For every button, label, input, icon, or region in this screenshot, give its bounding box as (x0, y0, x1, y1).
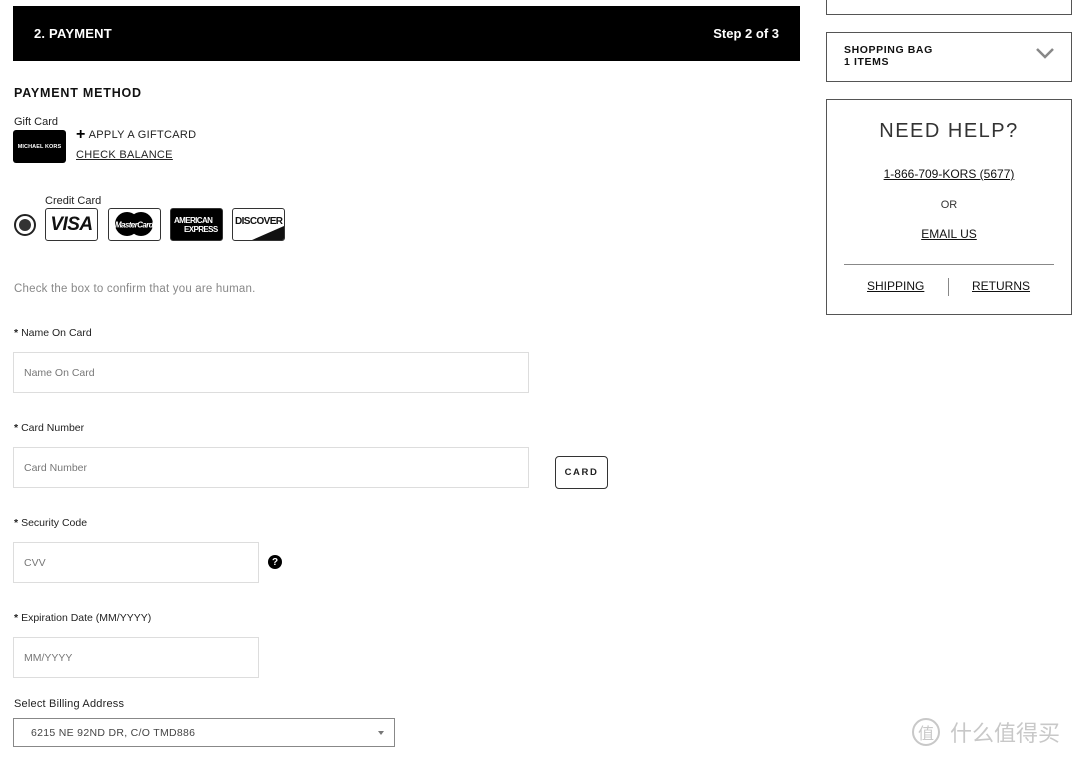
apply-giftcard-label: APPLY A GIFTCARD (88, 129, 197, 141)
need-help-title: NEED HELP? (879, 120, 1019, 142)
security-code-label-text: Security Code (21, 517, 88, 529)
need-help-panel: NEED HELP? 1-866-709-KORS (5677) OR EMAI… (826, 99, 1072, 315)
expiration-date-label: * Expiration Date (MM/YYYY) (14, 612, 151, 624)
required-mark: * (14, 517, 19, 529)
step-indicator: Step 2 of 3 (713, 26, 779, 41)
chevron-down-icon[interactable] (1035, 46, 1055, 60)
discover-text: DISCOVER (235, 216, 283, 227)
gift-card-label: Gift Card (14, 116, 59, 128)
visa-text: VISA (50, 213, 93, 235)
sidebar-top-box (826, 0, 1072, 15)
watermark-logo-icon: 值 (912, 718, 940, 746)
visa-logo-icon: VISA (45, 208, 98, 241)
name-on-card-input[interactable] (13, 352, 529, 393)
card-number-label-text: Card Number (21, 422, 85, 434)
shipping-link[interactable]: SHIPPING (867, 279, 924, 293)
help-divider (844, 264, 1054, 265)
question-circle-icon[interactable]: ? (268, 555, 282, 569)
cvv-input[interactable] (13, 542, 259, 583)
check-balance-link[interactable]: CHECK BALANCE (76, 149, 173, 161)
mastercard-logo-icon: MasterCard (108, 208, 161, 241)
amex-line1: AMERICAN (174, 215, 213, 225)
shopping-bag-title: SHOPPING BAG (844, 44, 933, 56)
help-links: SHIPPING RETURNS (827, 278, 1071, 296)
shopping-bag-toggle[interactable]: SHOPPING BAG 1 ITEMS (826, 32, 1072, 82)
required-mark: * (14, 612, 19, 624)
card-number-input[interactable] (13, 447, 529, 488)
gift-card-brand: MICHAEL KORS (17, 143, 62, 150)
billing-address-label: Select Billing Address (14, 698, 125, 710)
discover-corner (252, 226, 284, 240)
captcha-instructions: Check the box to confirm that you are hu… (14, 283, 256, 295)
apply-giftcard-link[interactable]: + APPLY A GIFTCARD (76, 126, 197, 143)
links-separator (948, 278, 949, 296)
mastercard-text: MasterCard (115, 221, 155, 230)
watermark: 值 什么值得买 (912, 716, 1060, 748)
billing-address-select[interactable]: 6215 NE 92ND DR, C/O TMD886 (13, 718, 395, 747)
expiration-date-input[interactable] (13, 637, 259, 678)
billing-address-value: 6215 NE 92ND DR, C/O TMD886 (31, 726, 196, 739)
watermark-text: 什么值得买 (950, 722, 1061, 747)
security-code-label: * Security Code (14, 517, 87, 529)
plus-icon: + (76, 126, 86, 143)
scan-card-button[interactable]: CARD (555, 456, 608, 489)
phone-link[interactable]: 1-866-709-KORS (5677) (827, 167, 1071, 181)
credit-card-label: Credit Card (45, 195, 102, 207)
email-us-link[interactable]: EMAIL US (827, 227, 1071, 241)
payment-step-header: 2. PAYMENT Step 2 of 3 (13, 6, 800, 61)
required-mark: * (14, 327, 19, 339)
discover-logo-icon: DISCOVER (232, 208, 285, 241)
gift-card-image: MICHAEL KORS (13, 130, 66, 163)
amex-line2: EXPRESS (184, 224, 218, 234)
returns-link[interactable]: RETURNS (972, 279, 1030, 293)
step-title: 2. PAYMENT (34, 26, 112, 41)
name-on-card-label-text: Name On Card (21, 327, 92, 339)
card-number-label: * Card Number (14, 422, 84, 434)
caret-down-icon (378, 731, 384, 735)
expiration-date-label-text: Expiration Date (MM/YYYY) (21, 612, 152, 624)
mastercard-circles: MasterCard (115, 212, 155, 236)
payment-method-heading: PAYMENT METHOD (14, 86, 142, 100)
or-separator: OR (940, 199, 958, 211)
shopping-bag-count: 1 ITEMS (844, 56, 890, 68)
credit-card-radio[interactable] (14, 214, 36, 236)
name-on-card-label: * Name On Card (14, 327, 92, 339)
required-mark: * (14, 422, 19, 434)
amex-logo-icon: AMERICAN EXPRESS (170, 208, 223, 241)
